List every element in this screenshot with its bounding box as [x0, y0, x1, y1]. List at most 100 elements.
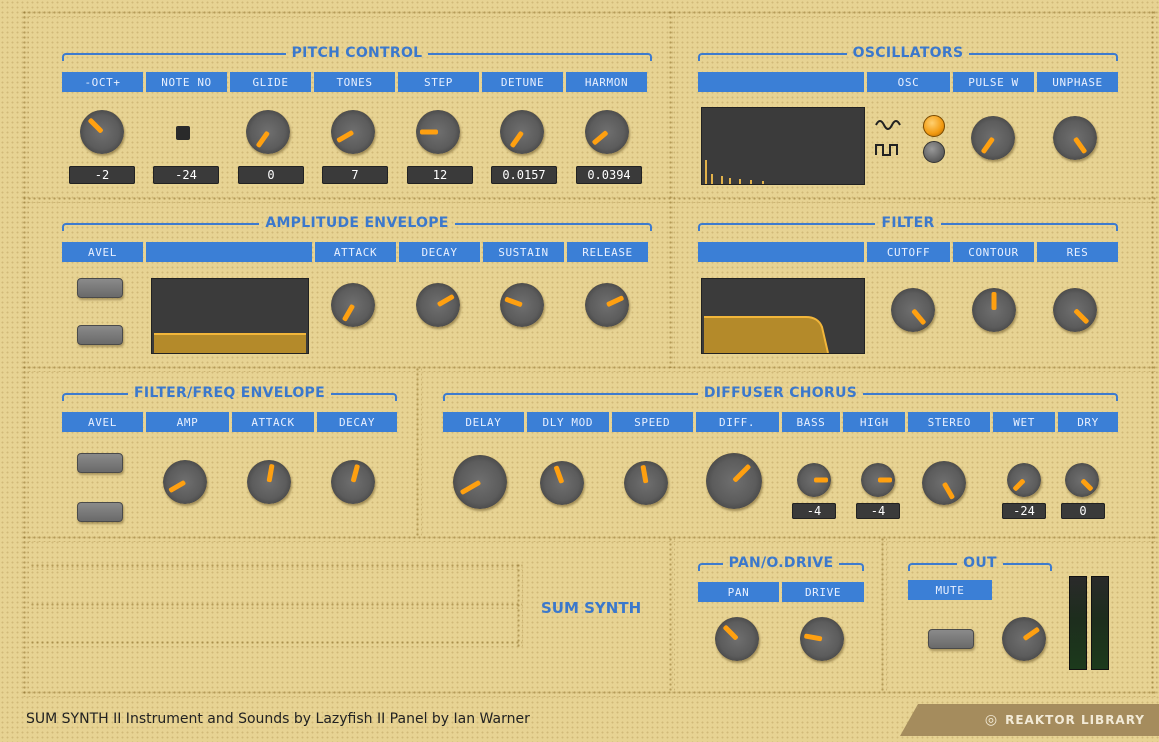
out-level-meter-left: [1069, 576, 1087, 670]
harmon-value: 0.0394: [576, 166, 642, 184]
amp-envelope-display: [151, 278, 309, 354]
header-sustain: SUSTAIN: [483, 242, 564, 262]
dry-knob[interactable]: [1065, 463, 1099, 497]
amp-env-header-bar: AVEL ATTACK DECAY SUSTAIN RELEASE: [62, 242, 652, 262]
note-no-stepper[interactable]: [176, 126, 190, 140]
header-bass: BASS: [781, 412, 841, 432]
divider: [668, 10, 675, 368]
out-volume-knob[interactable]: [1002, 617, 1046, 661]
contour-knob[interactable]: [972, 288, 1016, 332]
detune-knob[interactable]: [500, 110, 544, 154]
wet-knob[interactable]: [1007, 463, 1041, 497]
header-osc-display: [698, 72, 864, 92]
sine-select-button[interactable]: [923, 115, 945, 137]
divider: [516, 563, 523, 647]
delay-knob[interactable]: [453, 455, 507, 509]
header-drive: DRIVE: [782, 582, 864, 602]
fenv-avel-button-2[interactable]: [77, 502, 123, 522]
filter-response-curve: [704, 316, 829, 353]
fenv-attack-knob[interactable]: [247, 460, 291, 504]
pan-drive-title: PAN/O.DRIVE: [698, 552, 864, 574]
diff-knob[interactable]: [706, 453, 762, 509]
header-delay: DELAY: [443, 412, 524, 432]
divider: [1150, 10, 1157, 696]
cutoff-knob[interactable]: [891, 288, 935, 332]
detune-value: 0.0157: [491, 166, 557, 184]
footer-credits: SUM SYNTH II Instrument and Sounds by La…: [26, 711, 530, 727]
divider: [880, 537, 887, 692]
header-speed: SPEED: [611, 412, 693, 432]
header-pulse-w: PULSE W: [953, 72, 1034, 92]
header-oct: -OCT+: [62, 72, 143, 92]
oscillator-spectrum-display: [701, 107, 865, 185]
header-dry: DRY: [1058, 412, 1118, 432]
square-select-button[interactable]: [923, 141, 945, 163]
harmon-knob[interactable]: [585, 110, 629, 154]
mute-button[interactable]: [928, 629, 974, 649]
fenv-amp-knob[interactable]: [163, 460, 207, 504]
divider: [22, 10, 1156, 17]
oscillators-header-bar: OSC PULSE W UNPHASE: [698, 72, 1118, 92]
divider: [30, 640, 522, 647]
amp-attack-knob[interactable]: [331, 283, 375, 327]
divider: [22, 196, 1156, 203]
header-pan: PAN: [698, 582, 779, 602]
header-contour: CONTOUR: [953, 242, 1034, 262]
out-title: OUT: [908, 552, 1053, 574]
amp-avel-button-2[interactable]: [77, 325, 123, 345]
unphase-knob[interactable]: [1053, 116, 1097, 160]
header-dly-mod: DLY MOD: [526, 412, 609, 432]
header-diff: DIFF.: [695, 412, 779, 432]
tones-knob[interactable]: [331, 110, 375, 154]
octave-knob[interactable]: [80, 110, 124, 154]
square-wave-icon: [875, 144, 898, 156]
divider: [22, 10, 29, 696]
bass-knob[interactable]: [797, 463, 831, 497]
fenv-avel-button-1[interactable]: [77, 453, 123, 473]
header-fenv-amp: AMP: [146, 412, 229, 432]
pan-knob[interactable]: [715, 617, 759, 661]
synth-panel: PITCH CONTROL -OCT+ NOTE NO GLIDE TONES …: [0, 0, 1159, 742]
header-filter-display: [698, 242, 864, 262]
pitch-control-title: PITCH CONTROL: [62, 42, 652, 64]
header-release: RELEASE: [567, 242, 648, 262]
high-knob[interactable]: [861, 463, 895, 497]
amp-avel-button-1[interactable]: [77, 278, 123, 298]
drive-knob[interactable]: [800, 617, 844, 661]
high-value: -4: [856, 503, 900, 519]
header-attack: ATTACK: [315, 242, 396, 262]
header-unphase: UNPHASE: [1037, 72, 1118, 92]
filter-env-header-bar: AVEL AMP ATTACK DECAY: [62, 412, 397, 432]
spectrum-bars: [705, 160, 764, 184]
bass-value: -4: [792, 503, 836, 519]
header-harmon: HARMON: [566, 72, 647, 92]
fenv-decay-knob[interactable]: [331, 460, 375, 504]
oscillators-title: OSCILLATORS: [698, 42, 1118, 64]
res-knob[interactable]: [1053, 288, 1097, 332]
header-fenv-attack: ATTACK: [232, 412, 314, 432]
amp-release-knob[interactable]: [585, 283, 629, 327]
speed-knob[interactable]: [624, 461, 668, 505]
amp-decay-knob[interactable]: [416, 283, 460, 327]
step-value: 12: [407, 166, 473, 184]
diffuser-chorus-title: DIFFUSER CHORUS: [443, 382, 1118, 404]
step-knob[interactable]: [416, 110, 460, 154]
header-osc: OSC: [867, 72, 950, 92]
reaktor-library-badge: ◎ REAKTOR LIBRARY: [900, 704, 1159, 736]
divider: [22, 365, 1156, 372]
header-tones: TONES: [314, 72, 395, 92]
header-res: RES: [1037, 242, 1118, 262]
stereo-knob[interactable]: [922, 461, 966, 505]
header-avel: AVEL: [62, 242, 143, 262]
filter-header-bar: CUTOFF CONTOUR RES: [698, 242, 1118, 262]
dly-mod-knob[interactable]: [540, 461, 584, 505]
octave-value: -2: [69, 166, 135, 184]
amp-sustain-knob[interactable]: [500, 283, 544, 327]
glide-knob[interactable]: [246, 110, 290, 154]
pitch-control-header-bar: -OCT+ NOTE NO GLIDE TONES STEP DETUNE HA…: [62, 72, 652, 92]
divider: [30, 563, 522, 570]
header-env-display: [146, 242, 312, 262]
mute-header: MUTE: [908, 580, 992, 600]
glide-value: 0: [238, 166, 304, 184]
pulse-width-knob[interactable]: [971, 116, 1015, 160]
